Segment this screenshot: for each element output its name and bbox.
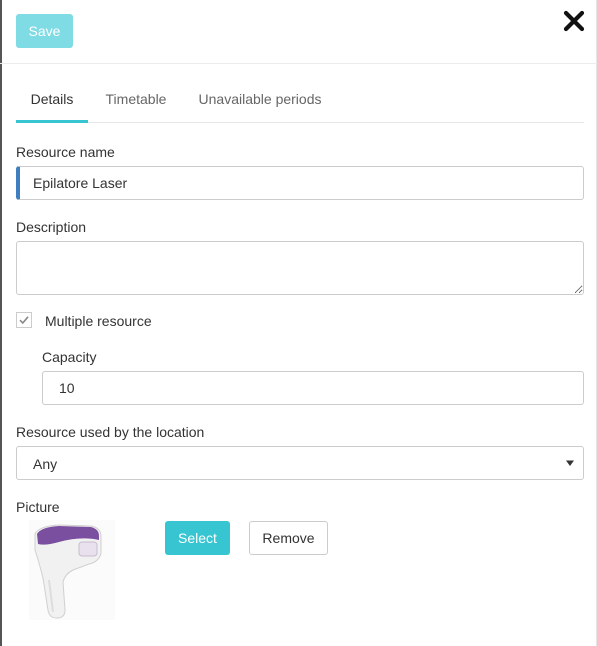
tab-details[interactable]: Details [16,82,88,123]
remove-picture-button[interactable]: Remove [249,521,328,555]
resource-name-input[interactable] [16,166,584,200]
window-edge-left [0,0,2,646]
picture-label: Picture [16,499,60,515]
close-icon[interactable] [561,8,587,34]
select-picture-button[interactable]: Select [165,521,230,555]
capacity-label: Capacity [42,349,97,365]
checkmark-icon [19,316,29,325]
save-button[interactable]: Save [16,14,73,48]
description-textarea[interactable] [16,241,584,295]
resource-name-label: Resource name [16,144,115,160]
description-label: Description [16,219,87,235]
multiple-resource-checkbox[interactable] [16,312,32,328]
dialog-header: Save [0,0,597,64]
tab-timetable[interactable]: Timetable [96,82,176,120]
tab-bar: Details Timetable Unavailable periods [16,82,584,123]
multiple-resource-label: Multiple resource [45,313,152,329]
capacity-input[interactable] [42,371,584,405]
location-label: Resource used by the location [16,424,205,440]
chevron-down-icon [566,460,574,466]
resource-picture [29,520,115,620]
tab-unavailable-periods[interactable]: Unavailable periods [192,82,328,120]
location-select-value: Any [33,456,58,472]
location-select[interactable]: Any [16,446,584,480]
